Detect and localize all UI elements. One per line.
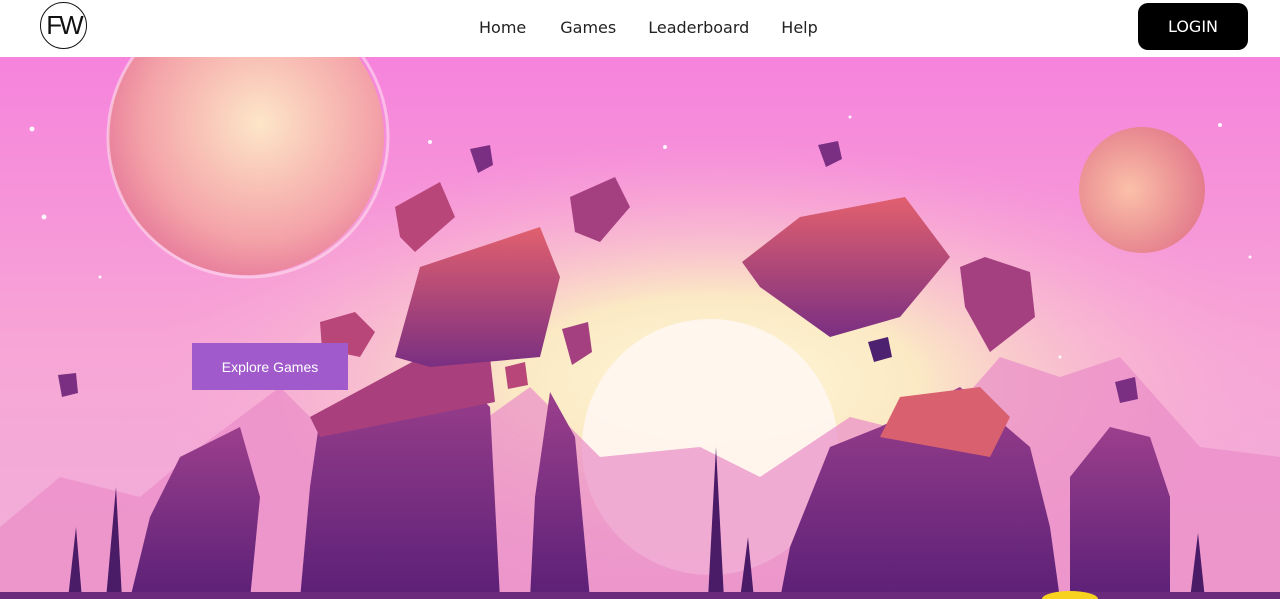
nav-home-link[interactable]: Home (479, 17, 526, 39)
logo-text: FW (46, 10, 83, 40)
small-moon (1079, 127, 1205, 253)
nav-games-link[interactable]: Games (560, 17, 616, 39)
hero-illustration (0, 57, 1280, 599)
hero-banner: Explore Games (0, 57, 1280, 599)
nav-leaderboard-link[interactable]: Leaderboard (648, 17, 749, 39)
main-nav: Home Games Leaderboard Help (463, 17, 818, 39)
logo[interactable]: FW (40, 2, 87, 49)
top-navbar: FW Home Games Leaderboard Help LOGIN (0, 0, 1280, 57)
explore-games-button[interactable]: Explore Games (192, 343, 348, 390)
nav-help-link[interactable]: Help (781, 17, 817, 39)
login-button[interactable]: LOGIN (1138, 3, 1248, 50)
